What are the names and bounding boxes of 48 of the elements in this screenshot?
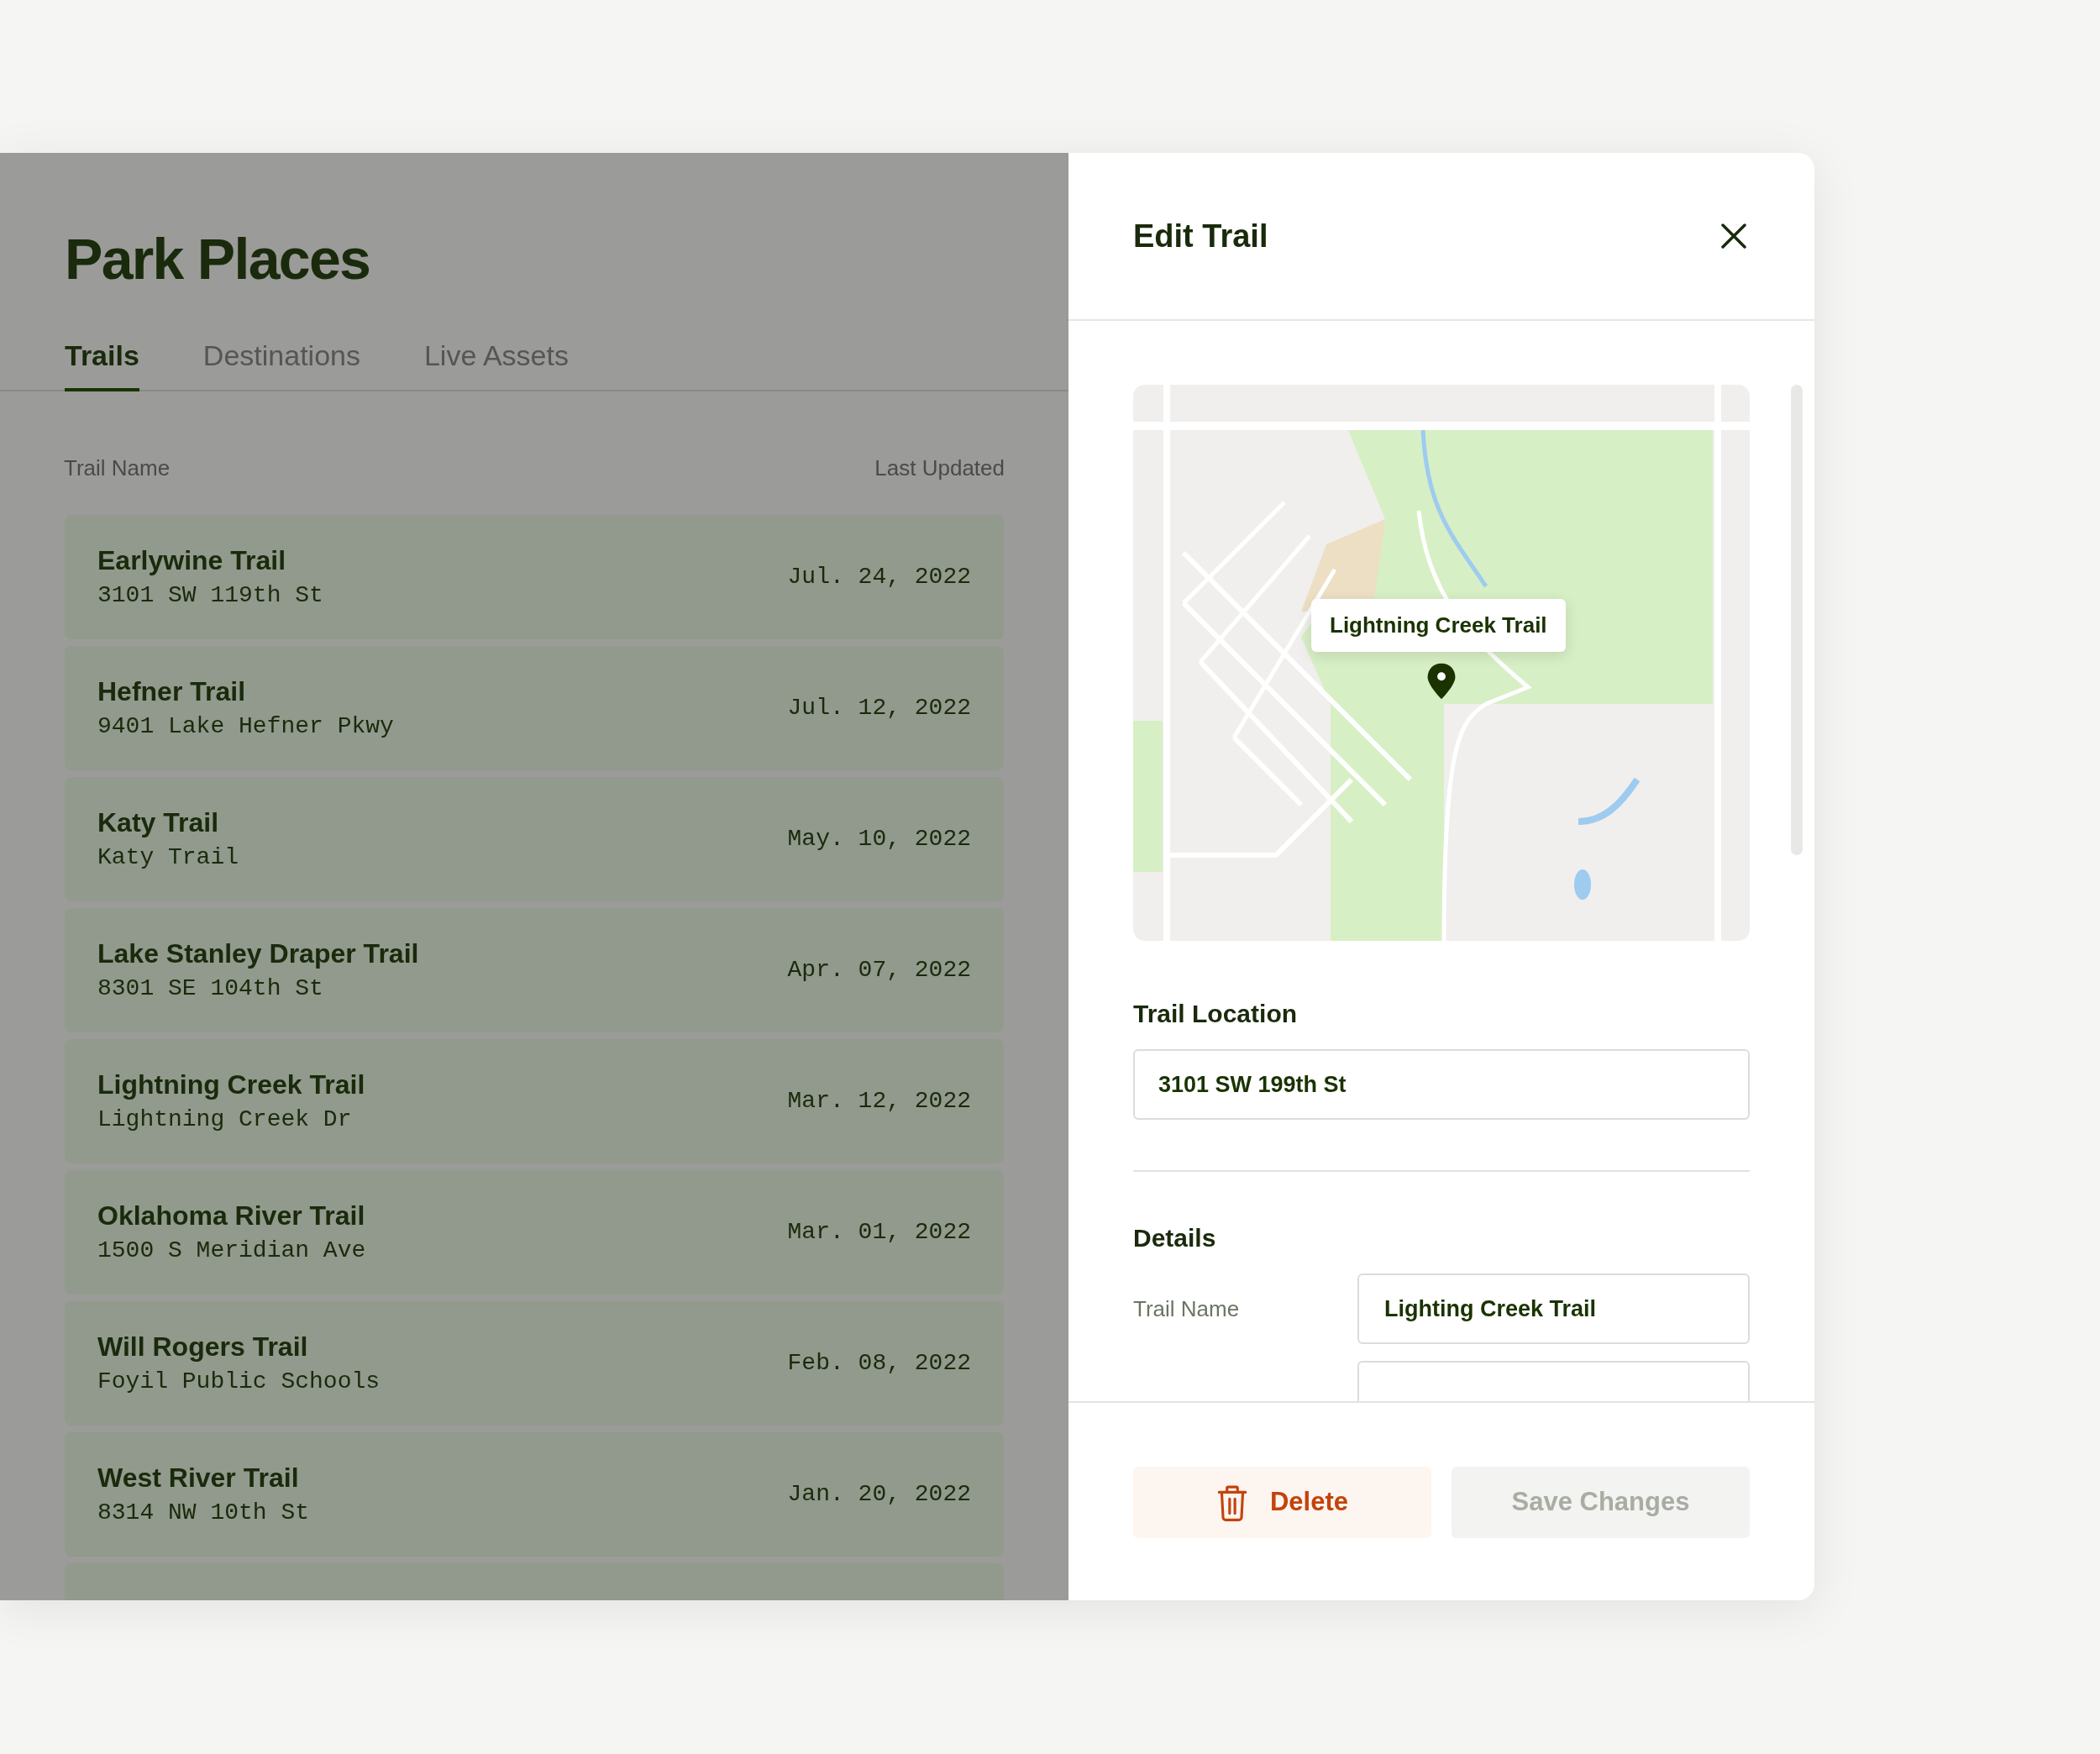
trail-row[interactable]: Katy Trail Katy Trail May. 10, 2022	[65, 777, 1004, 901]
location-field[interactable]: 3101 SW 199th St	[1133, 1049, 1750, 1120]
tab[interactable]: Trails	[65, 341, 139, 391]
updated-date: Mar. 01, 2022	[787, 1218, 971, 1247]
updated-date: Jan. 20, 2022	[787, 1480, 971, 1509]
trail-row[interactable]: Hefner Trail 9401 Lake Hefner Pkwy Jul. 12, 2022	[65, 646, 1004, 770]
column-header: Last Updated	[874, 454, 1005, 482]
field-label: Trail Location	[1133, 999, 1299, 1029]
trail-row[interactable]: Will Rogers Trail Foyil Public Schools Feb. 08, 2022	[65, 1301, 1004, 1426]
trail-address: Foyil Public Schools	[97, 1370, 381, 1394]
trail-row[interactable]: Earlywine Trail 3101 SW 119th St Jul. 24, 2022	[65, 515, 1004, 639]
updated-date: Jul. 24, 2022	[787, 563, 971, 591]
trail-row[interactable]: West River Trail 8314 NW 10th St Jan. 20, 2022	[65, 1432, 1004, 1557]
text-field[interactable]: Lighting Creek Trail	[1357, 1273, 1750, 1344]
section-title: Details	[1133, 1223, 1217, 1253]
trail-address: 8314 NW 10th St	[97, 1501, 310, 1525]
trail-name: Will Rogers Trail	[97, 1333, 309, 1360]
trail-address: 3101 SW 119th St	[97, 584, 323, 607]
trail-address: 1500 S Meridian Ave	[97, 1239, 366, 1263]
trail-name: Katy Trail	[97, 809, 220, 836]
trail-name: West River Trail	[97, 1464, 300, 1491]
panel-title: Edit Trail	[1133, 217, 1268, 255]
trail-row[interactable]: Lake Stanley Draper Trail 8301 SE 104th St Apr. 07, 2022	[65, 908, 1004, 1032]
map-callout: Lightning Creek Trail	[1311, 599, 1566, 652]
trail-name: Hefner Trail	[97, 678, 247, 705]
column-header: Trail Name	[64, 454, 171, 482]
trail-row[interactable]: Oklahoma River Trail 1500 S Meridian Ave Mar. 01, 2022	[65, 1170, 1004, 1294]
close-icon	[1721, 223, 1746, 249]
field-label: Trail Name	[1133, 1294, 1240, 1323]
trail-address: 9401 Lake Hefner Pkwy	[97, 715, 394, 738]
trail-address: 8301 SE 104th St	[97, 977, 324, 1000]
trail-name: Lake Stanley Draper Trail	[97, 940, 419, 967]
trail-address: Lightning Creek Dr	[97, 1108, 353, 1132]
updated-date: May. 10, 2022	[787, 825, 971, 853]
trail-name: Oklahoma River Trail	[97, 1202, 366, 1229]
updated-date: Feb. 08, 2022	[787, 1349, 971, 1378]
tab[interactable]: Destinations	[202, 341, 360, 391]
updated-date: Jul. 12, 2022	[787, 694, 971, 722]
updated-date: Mar. 12, 2022	[787, 1087, 971, 1116]
updated-date: Apr. 07, 2022	[787, 956, 971, 985]
trash-icon	[1215, 1484, 1248, 1521]
trail-address: Katy Trail	[97, 846, 239, 869]
trail-row[interactable]: Lightning Creek Trail Lightning Creek Dr Mar. 12, 2022	[65, 1039, 1004, 1163]
trail-name: Earlywine Trail	[97, 547, 287, 574]
app-title: Park Places	[65, 230, 371, 287]
delete-button[interactable]: Delete	[1133, 1467, 1431, 1538]
tab[interactable]: Live Assets	[423, 341, 569, 391]
trail-name: Lightning Creek Trail	[97, 1071, 365, 1098]
